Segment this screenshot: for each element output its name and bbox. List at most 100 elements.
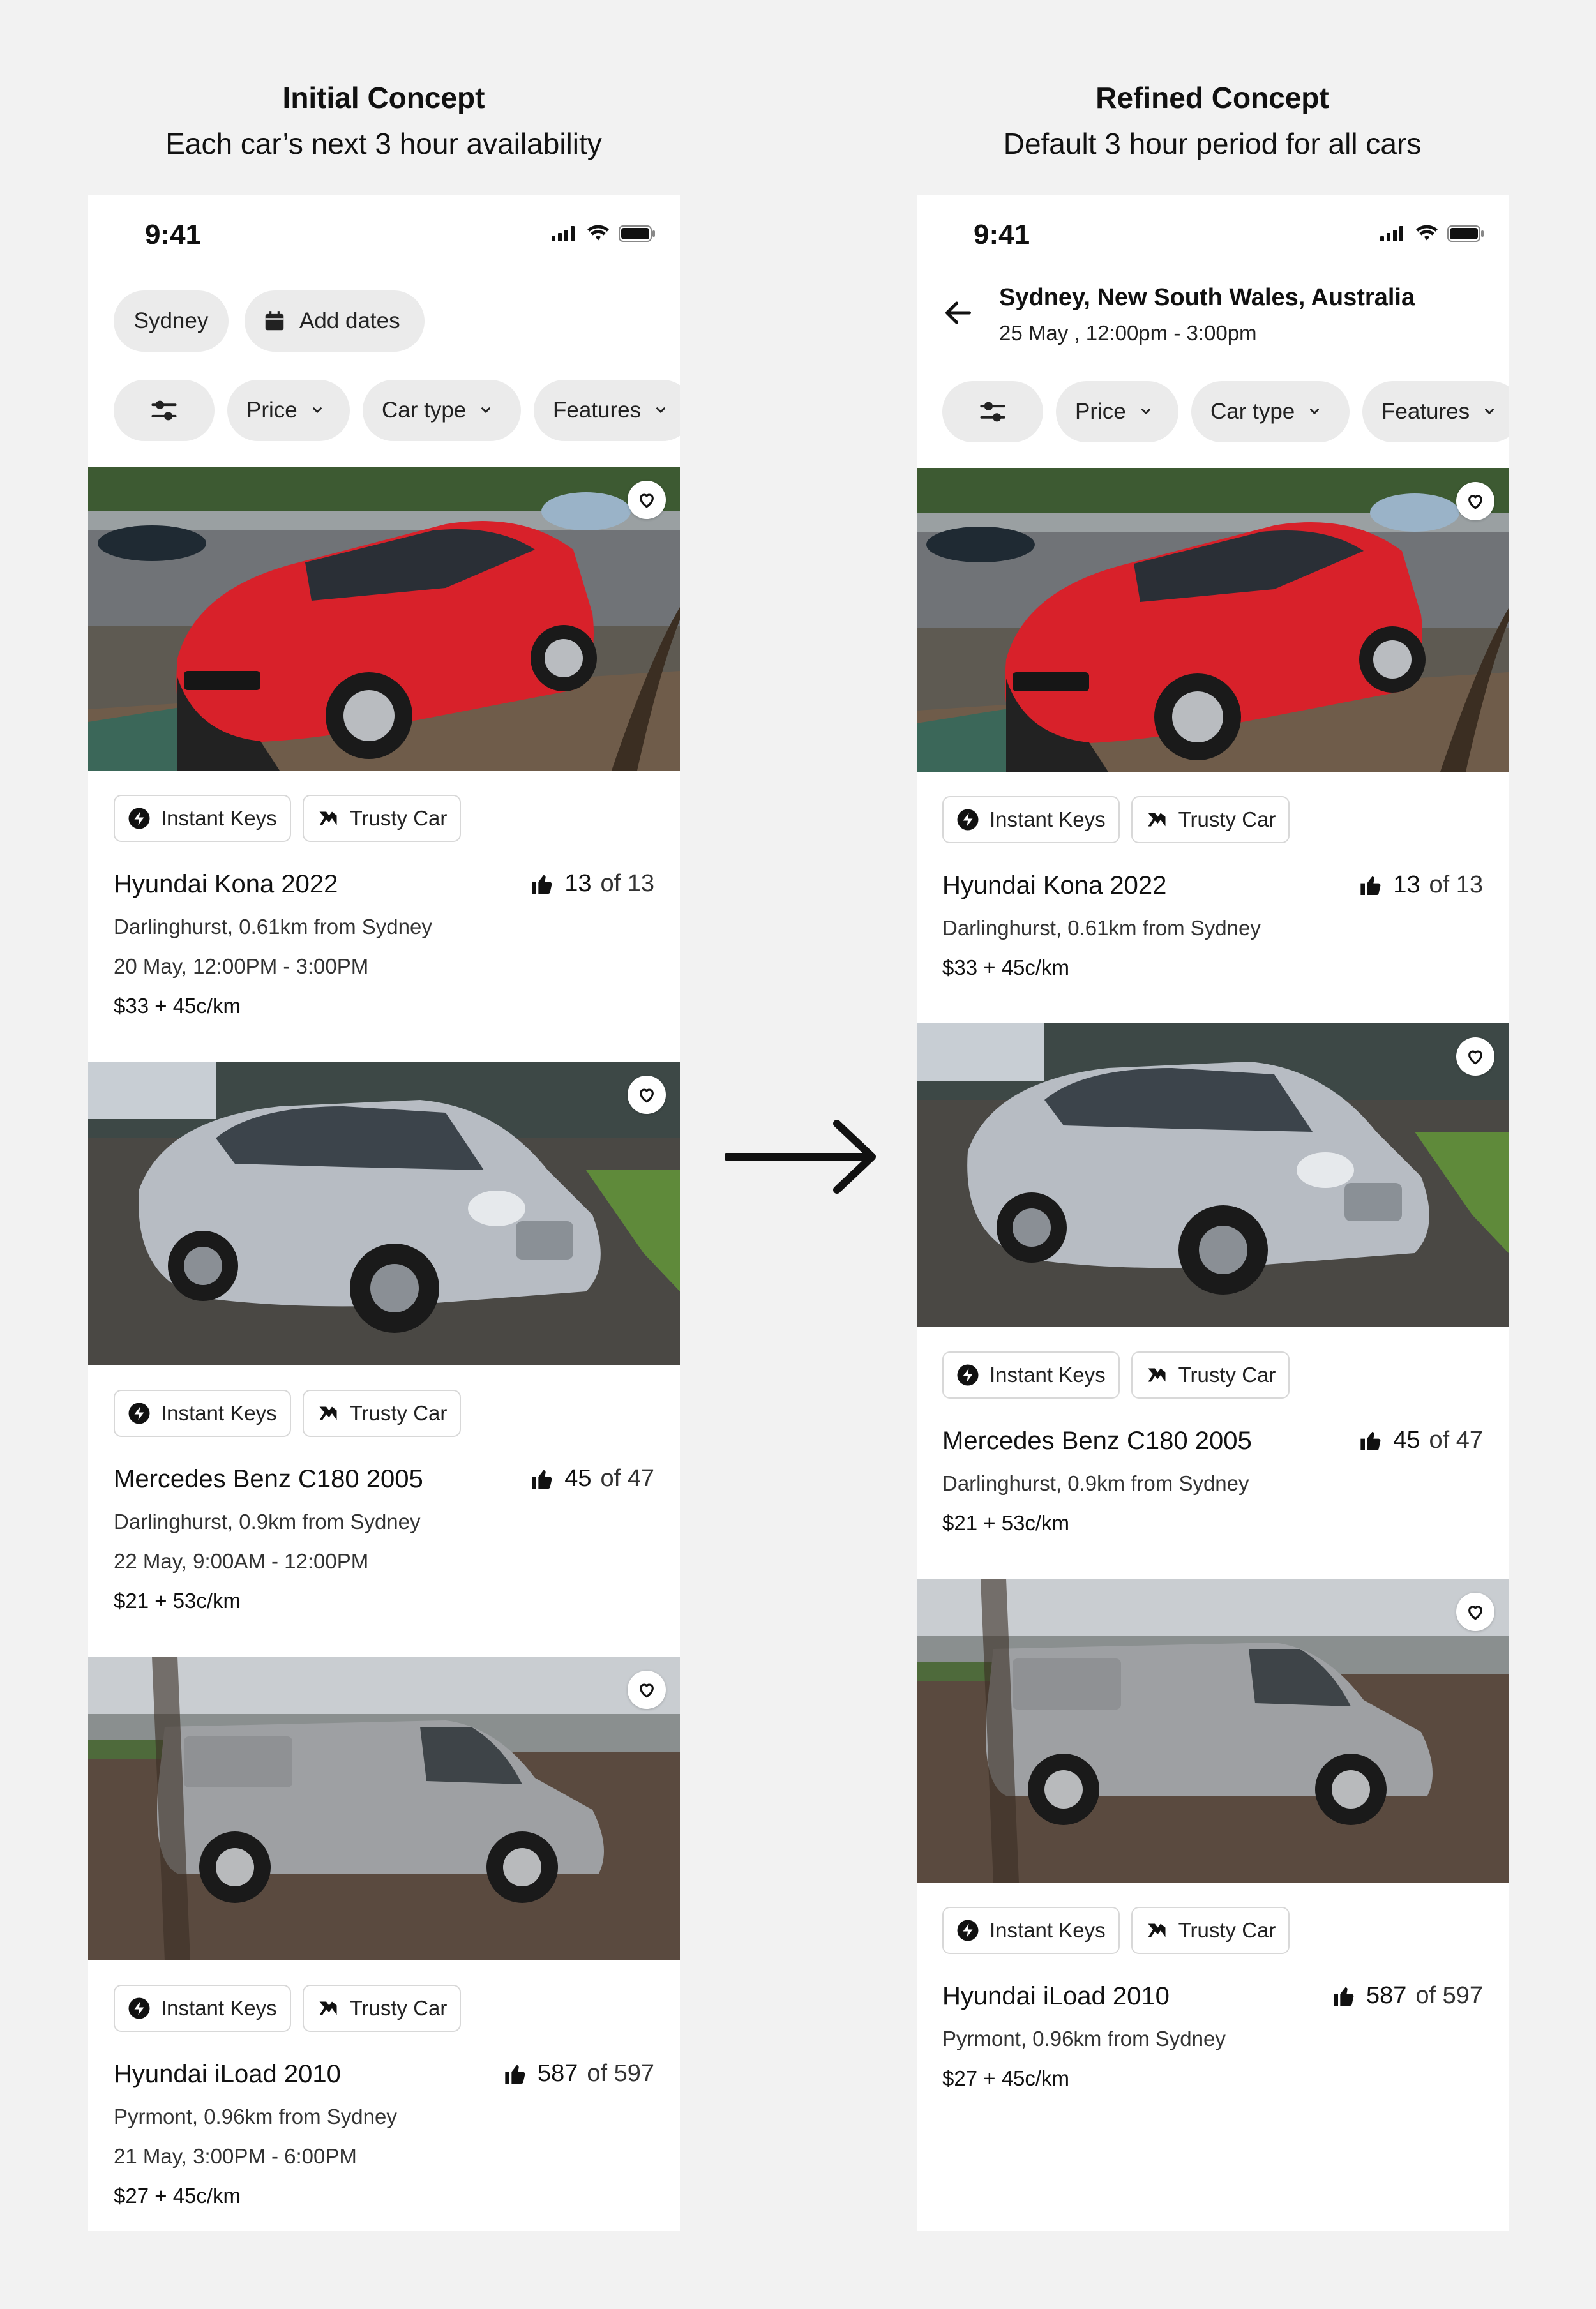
price-amount: $21 bbox=[114, 1589, 149, 1613]
price-amount: $27 bbox=[114, 2184, 149, 2207]
car-photo-hyundai-iload[interactable] bbox=[88, 1657, 680, 1960]
car-availability: 22 May, 9:00AM - 12:00PM bbox=[114, 1549, 369, 1573]
initial-concept-heading: Initial Concept Each car’s next 3 hour a… bbox=[64, 79, 703, 163]
heart-icon bbox=[1465, 1046, 1486, 1067]
badge-label: Instant Keys bbox=[161, 1401, 277, 1425]
favourite-button[interactable] bbox=[1456, 482, 1494, 520]
price-rate: 45c/km bbox=[1001, 2066, 1070, 2090]
badge-label: Trusty Car bbox=[349, 1401, 448, 1425]
trusty-car-icon bbox=[1145, 1919, 1168, 1942]
price-filter[interactable]: Price bbox=[227, 380, 350, 441]
car-name[interactable]: Mercedes Benz C180 2005 bbox=[942, 1427, 1252, 1455]
car-image bbox=[917, 468, 1509, 772]
thumbs-up-icon bbox=[1332, 1983, 1357, 2009]
car-name[interactable]: Hyundai Kona 2022 bbox=[942, 871, 1166, 900]
status-time: 9:41 bbox=[974, 219, 1030, 250]
chevron-down-icon bbox=[654, 403, 668, 417]
thumbs-up-icon bbox=[1359, 873, 1384, 898]
rating-total: of 13 bbox=[600, 870, 654, 897]
status-bar: 9:41 bbox=[88, 195, 680, 278]
car-badges: Instant Keys Trusty Car bbox=[114, 795, 462, 842]
favourite-button[interactable] bbox=[628, 481, 666, 519]
calendar-icon bbox=[262, 309, 287, 333]
badge-label: Instant Keys bbox=[161, 806, 277, 830]
car-price: $21 + 53c/km bbox=[114, 1589, 241, 1613]
car-availability: 21 May, 3:00PM - 6:00PM bbox=[114, 2144, 357, 2168]
car-badges: Instant Keys Trusty Car bbox=[942, 796, 1290, 843]
price-rate: 53c/km bbox=[1001, 1511, 1070, 1535]
favourite-button[interactable] bbox=[1456, 1037, 1494, 1076]
car-type-filter[interactable]: Car type bbox=[363, 380, 521, 441]
chevron-down-icon bbox=[1307, 405, 1321, 419]
car-name[interactable]: Mercedes Benz C180 2005 bbox=[114, 1465, 423, 1494]
lightning-icon bbox=[956, 808, 979, 831]
car-photo-hyundai-iload[interactable] bbox=[917, 1579, 1509, 1883]
car-price: $33 + 45c/km bbox=[942, 956, 1069, 980]
price-plus: + bbox=[154, 994, 167, 1018]
refined-concept-heading: Refined Concept Default 3 hour period fo… bbox=[893, 79, 1532, 163]
badge-label: Instant Keys bbox=[990, 1363, 1106, 1387]
lightning-icon bbox=[956, 1364, 979, 1387]
car-name[interactable]: Hyundai iLoad 2010 bbox=[114, 2060, 341, 2089]
car-price: $27 + 45c/km bbox=[114, 2184, 241, 2208]
back-arrow-icon[interactable] bbox=[942, 297, 974, 329]
chevron-down-icon bbox=[310, 403, 324, 417]
car-location: Darlinghurst, 0.9km from Sydney bbox=[114, 1510, 421, 1533]
location-chip-label: Sydney bbox=[133, 308, 209, 333]
car-type-filter[interactable]: Car type bbox=[1191, 381, 1350, 442]
search-summary[interactable]: Sydney, New South Wales, Australia 25 Ma… bbox=[942, 278, 1504, 354]
car-location: Darlinghurst, 0.61km from Sydney bbox=[114, 915, 432, 938]
features-filter[interactable]: Features bbox=[534, 380, 680, 441]
chevron-down-icon bbox=[1139, 405, 1153, 419]
badge-label: Trusty Car bbox=[1178, 1363, 1276, 1387]
badge-label: Instant Keys bbox=[990, 1918, 1106, 1942]
car-rating: 13 of 13 bbox=[530, 870, 654, 898]
price-amount: $33 bbox=[114, 994, 149, 1018]
heading-subtitle: Each car’s next 3 hour availability bbox=[165, 127, 602, 160]
heart-icon bbox=[636, 1085, 657, 1105]
car-rating: 587 of 597 bbox=[503, 2060, 654, 2087]
rating-total: of 47 bbox=[1429, 1427, 1483, 1454]
car-photo-hyundai-kona[interactable] bbox=[917, 468, 1509, 772]
car-badges: Instant Keys Trusty Car bbox=[942, 1351, 1290, 1399]
car-rating: 587 of 597 bbox=[1332, 1982, 1483, 2010]
rating-count: 587 bbox=[537, 2060, 578, 2087]
thumbs-up-icon bbox=[530, 1466, 555, 1492]
trusty-car-badge: Trusty Car bbox=[1131, 796, 1290, 843]
car-photo-mercedes-c180[interactable] bbox=[88, 1062, 680, 1365]
instant-keys-badge: Instant Keys bbox=[114, 795, 291, 842]
car-photo-mercedes-c180[interactable] bbox=[917, 1023, 1509, 1327]
favourite-button[interactable] bbox=[628, 1671, 666, 1709]
location-chip[interactable]: Sydney bbox=[114, 290, 229, 352]
battery-icon bbox=[1447, 225, 1484, 242]
price-filter[interactable]: Price bbox=[1056, 381, 1178, 442]
car-photo-hyundai-kona[interactable] bbox=[88, 467, 680, 771]
car-name[interactable]: Hyundai Kona 2022 bbox=[114, 870, 338, 899]
favourite-button[interactable] bbox=[1456, 1593, 1494, 1631]
lightning-icon bbox=[128, 1997, 151, 2020]
add-dates-chip[interactable]: Add dates bbox=[245, 290, 425, 352]
price-rate: 45c/km bbox=[172, 994, 241, 1018]
price-amount: $21 bbox=[942, 1511, 978, 1535]
rating-total: of 597 bbox=[587, 2060, 654, 2087]
price-filter-label: Price bbox=[246, 398, 297, 423]
features-filter[interactable]: Features bbox=[1362, 381, 1509, 442]
instant-keys-badge: Instant Keys bbox=[942, 1907, 1120, 1954]
car-name[interactable]: Hyundai iLoad 2010 bbox=[942, 1982, 1170, 2011]
filters-button[interactable] bbox=[942, 381, 1043, 442]
trusty-car-badge: Trusty Car bbox=[302, 795, 462, 842]
instant-keys-badge: Instant Keys bbox=[114, 1985, 291, 2032]
status-bar: 9:41 bbox=[917, 195, 1509, 278]
lightning-icon bbox=[128, 1402, 151, 1425]
filters-button[interactable] bbox=[114, 380, 215, 441]
initial-concept-screen: 9:41 Sydney Add dates Price Car type Fea… bbox=[88, 195, 680, 2231]
rating-total: of 597 bbox=[1415, 1982, 1483, 2009]
favourite-button[interactable] bbox=[628, 1076, 666, 1114]
price-plus: + bbox=[983, 956, 996, 979]
wifi-icon bbox=[587, 225, 610, 242]
car-image bbox=[917, 1023, 1509, 1327]
add-dates-label: Add dates bbox=[299, 308, 400, 333]
car-type-filter-label: Car type bbox=[382, 398, 467, 423]
trusty-car-badge: Trusty Car bbox=[1131, 1351, 1290, 1399]
car-badges: Instant Keys Trusty Car bbox=[114, 1390, 462, 1437]
